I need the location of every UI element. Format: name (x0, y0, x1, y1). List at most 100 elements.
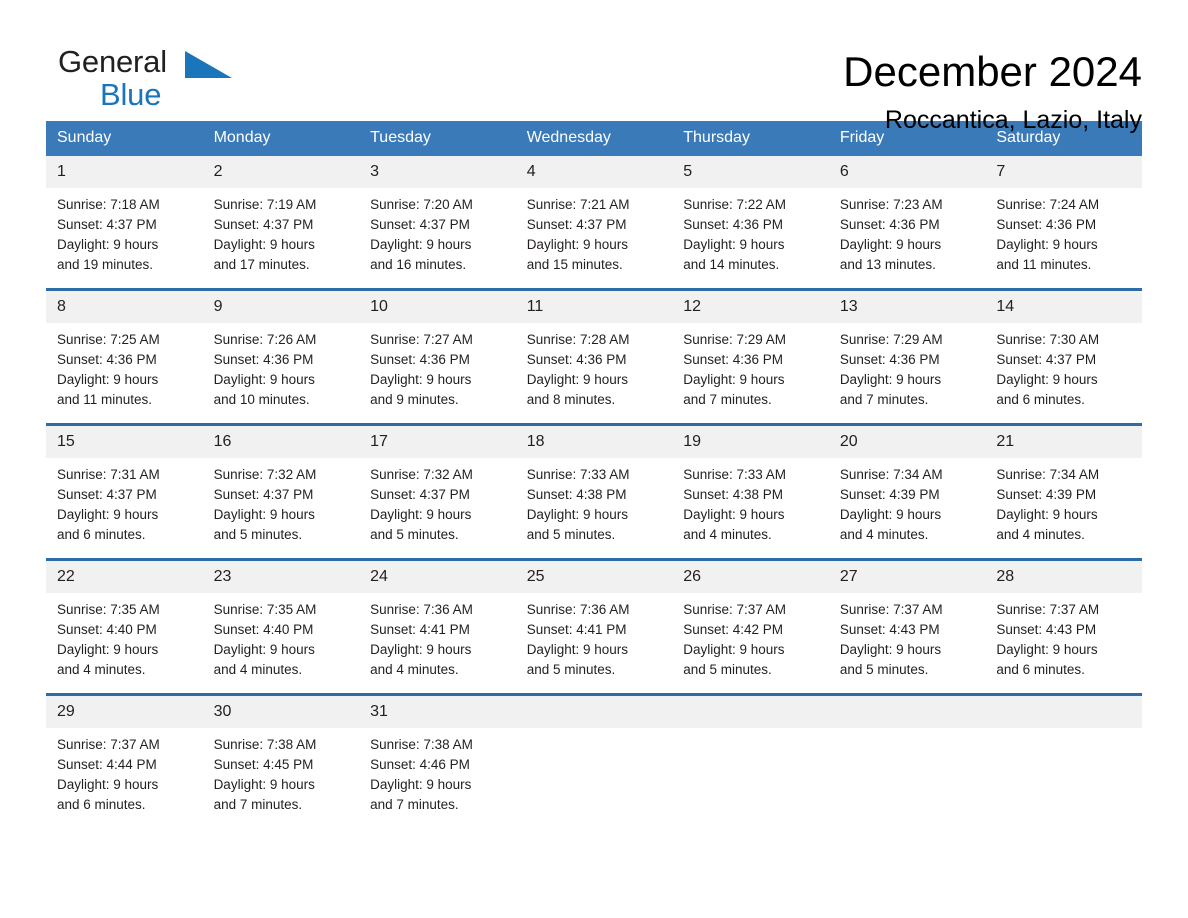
day-number[interactable]: 20 (828, 426, 986, 458)
sunrise-text: Sunrise: 7:32 AM (213, 467, 317, 482)
sunrise-text: Sunrise: 7:28 AM (526, 332, 630, 347)
day-number[interactable]: 4 (515, 156, 673, 188)
daylight-text-line1: Daylight: 9 hours (57, 237, 159, 252)
daylight-text-line2: and 5 minutes. (839, 662, 929, 677)
day-number-empty (985, 696, 1142, 728)
daylight-text-line1: Daylight: 9 hours (370, 507, 472, 522)
sunrise-text: Sunrise: 7:27 AM (370, 332, 473, 347)
day-number[interactable]: 27 (828, 561, 986, 593)
day-number[interactable]: 30 (202, 696, 360, 728)
day-cell[interactable]: Sunrise: 7:33 AM Sunset: 4:38 PM Daylight:… (672, 458, 829, 558)
day-cell[interactable]: Sunrise: 7:38 AM Sunset: 4:45 PM Daylight:… (202, 728, 360, 828)
day-cell[interactable]: Sunrise: 7:34 AM Sunset: 4:39 PM Daylight:… (985, 458, 1142, 558)
daylight-text-line1: Daylight: 9 hours (57, 777, 159, 792)
day-number[interactable]: 25 (515, 561, 673, 593)
day-number[interactable]: 11 (515, 291, 673, 323)
day-number[interactable]: 21 (985, 426, 1142, 458)
day-number[interactable]: 13 (828, 291, 986, 323)
day-number[interactable]: 14 (985, 291, 1142, 323)
day-cell[interactable]: Sunrise: 7:25 AM Sunset: 4:36 PM Daylight:… (46, 323, 203, 423)
day-cell[interactable]: Sunrise: 7:20 AM Sunset: 4:37 PM Daylight:… (359, 188, 516, 288)
sunset-text: Sunset: 4:43 PM (996, 622, 1097, 637)
sunset-text: Sunset: 4:36 PM (370, 352, 470, 367)
sunrise-text: Sunrise: 7:33 AM (526, 467, 630, 482)
day-number[interactable]: 3 (359, 156, 516, 188)
day-cell[interactable]: Sunrise: 7:35 AM Sunset: 4:40 PM Daylight:… (46, 593, 203, 693)
day-number[interactable]: 9 (202, 291, 360, 323)
day-cell[interactable]: Sunrise: 7:19 AM Sunset: 4:37 PM Daylight:… (202, 188, 360, 288)
day-number[interactable]: 17 (359, 426, 516, 458)
daylight-text-line1: Daylight: 9 hours (839, 237, 942, 252)
weekday-header-monday: Monday (202, 121, 360, 156)
sunset-text: Sunset: 4:36 PM (213, 352, 314, 367)
day-cell[interactable]: Sunrise: 7:27 AM Sunset: 4:36 PM Daylight:… (359, 323, 516, 423)
day-cell[interactable]: Sunrise: 7:23 AM Sunset: 4:36 PM Daylight:… (828, 188, 986, 288)
day-number[interactable]: 2 (202, 156, 360, 188)
week-row-daynumbers: 15 16 17 18 19 20 21 (46, 426, 1142, 458)
sunrise-text: Sunrise: 7:34 AM (996, 467, 1100, 482)
day-number[interactable]: 19 (672, 426, 829, 458)
daylight-text-line1: Daylight: 9 hours (526, 372, 628, 387)
day-cell[interactable]: Sunrise: 7:32 AM Sunset: 4:37 PM Daylight:… (359, 458, 516, 558)
day-number[interactable]: 16 (202, 426, 360, 458)
day-cell[interactable]: Sunrise: 7:37 AM Sunset: 4:43 PM Daylight:… (985, 593, 1142, 693)
day-number[interactable]: 28 (985, 561, 1142, 593)
sunrise-text: Sunrise: 7:23 AM (839, 197, 943, 212)
day-cell[interactable]: Sunrise: 7:29 AM Sunset: 4:36 PM Daylight:… (672, 323, 829, 423)
day-number[interactable]: 12 (672, 291, 829, 323)
day-number[interactable]: 1 (46, 156, 203, 188)
day-cell[interactable]: Sunrise: 7:26 AM Sunset: 4:36 PM Daylight:… (202, 323, 360, 423)
day-number[interactable]: 7 (985, 156, 1142, 188)
daylight-text-line1: Daylight: 9 hours (370, 642, 472, 657)
daylight-text-line2: and 11 minutes. (996, 257, 1092, 272)
day-cell[interactable]: Sunrise: 7:38 AM Sunset: 4:46 PM Daylight:… (359, 728, 516, 828)
day-number[interactable]: 22 (46, 561, 203, 593)
day-number[interactable]: 15 (46, 426, 203, 458)
day-cell[interactable]: Sunrise: 7:18 AM Sunset: 4:37 PM Daylight:… (46, 188, 203, 288)
day-cell[interactable]: Sunrise: 7:36 AM Sunset: 4:41 PM Daylight:… (515, 593, 673, 693)
daylight-text-line1: Daylight: 9 hours (683, 372, 785, 387)
day-number[interactable]: 6 (828, 156, 986, 188)
day-cell[interactable]: Sunrise: 7:32 AM Sunset: 4:37 PM Daylight:… (202, 458, 360, 558)
day-number[interactable]: 8 (46, 291, 203, 323)
day-cell[interactable]: Sunrise: 7:37 AM Sunset: 4:43 PM Daylight:… (828, 593, 986, 693)
daylight-text-line2: and 4 minutes. (683, 527, 772, 542)
daylight-text-line2: and 7 minutes. (839, 392, 929, 407)
day-cell[interactable]: Sunrise: 7:36 AM Sunset: 4:41 PM Daylight:… (359, 593, 516, 693)
daylight-text-line2: and 6 minutes. (996, 392, 1085, 407)
day-cell[interactable]: Sunrise: 7:21 AM Sunset: 4:37 PM Daylight:… (515, 188, 673, 288)
day-number[interactable]: 29 (46, 696, 203, 728)
daylight-text-line1: Daylight: 9 hours (996, 237, 1098, 252)
daylight-text-line1: Daylight: 9 hours (213, 237, 315, 252)
day-cell[interactable]: Sunrise: 7:30 AM Sunset: 4:37 PM Daylight:… (985, 323, 1142, 423)
day-cell[interactable]: Sunrise: 7:22 AM Sunset: 4:36 PM Daylight:… (672, 188, 829, 288)
day-cell[interactable]: Sunrise: 7:31 AM Sunset: 4:37 PM Daylight:… (46, 458, 203, 558)
day-cell[interactable]: Sunrise: 7:29 AM Sunset: 4:36 PM Daylight:… (828, 323, 986, 423)
day-number[interactable]: 23 (202, 561, 360, 593)
sunset-text: Sunset: 4:46 PM (370, 757, 470, 772)
sunset-text: Sunset: 4:36 PM (839, 352, 940, 367)
daylight-text-line2: and 15 minutes. (526, 257, 623, 272)
sunrise-text: Sunrise: 7:34 AM (839, 467, 943, 482)
day-cell[interactable]: Sunrise: 7:37 AM Sunset: 4:44 PM Daylight:… (46, 728, 203, 828)
day-number[interactable]: 10 (359, 291, 516, 323)
day-cell[interactable]: Sunrise: 7:33 AM Sunset: 4:38 PM Daylight:… (515, 458, 673, 558)
day-cell[interactable]: Sunrise: 7:34 AM Sunset: 4:39 PM Daylight:… (828, 458, 986, 558)
day-number[interactable]: 26 (672, 561, 829, 593)
daylight-text-line2: and 4 minutes. (370, 662, 459, 677)
daylight-text-line2: and 4 minutes. (57, 662, 146, 677)
day-number[interactable]: 24 (359, 561, 516, 593)
day-number[interactable]: 5 (672, 156, 829, 188)
day-cell[interactable]: Sunrise: 7:24 AM Sunset: 4:36 PM Daylight:… (985, 188, 1142, 288)
week-row-details: Sunrise: 7:31 AM Sunset: 4:37 PM Daylight:… (46, 458, 1142, 558)
day-cell[interactable]: Sunrise: 7:28 AM Sunset: 4:36 PM Daylight:… (515, 323, 673, 423)
sunset-text: Sunset: 4:37 PM (213, 487, 314, 502)
weekday-header-thursday: Thursday (672, 121, 829, 156)
daylight-text-line2: and 4 minutes. (996, 527, 1085, 542)
sunrise-text: Sunrise: 7:37 AM (839, 602, 943, 617)
day-cell[interactable]: Sunrise: 7:35 AM Sunset: 4:40 PM Daylight:… (202, 593, 360, 693)
day-number[interactable]: 31 (359, 696, 516, 728)
daylight-text-line2: and 5 minutes. (683, 662, 772, 677)
day-number[interactable]: 18 (515, 426, 673, 458)
day-cell[interactable]: Sunrise: 7:37 AM Sunset: 4:42 PM Daylight:… (672, 593, 829, 693)
